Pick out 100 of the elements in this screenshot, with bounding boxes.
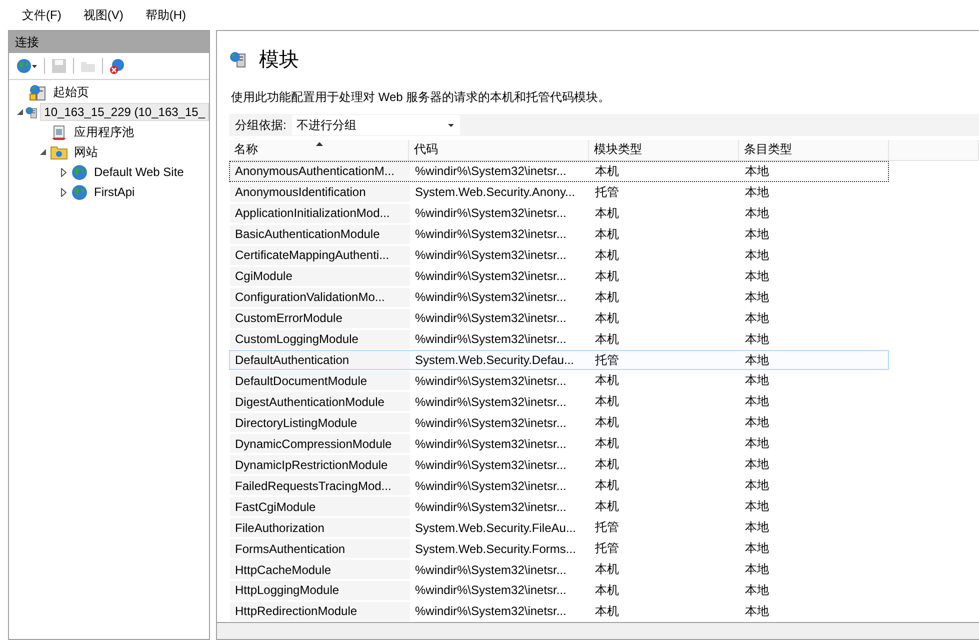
- table-row[interactable]: ConfigurationValidationMo... %windir%\System32\inetsr... 本机 本地: [229, 286, 889, 308]
- table-cell-text: System.Web.Security.Defau...: [414, 352, 575, 369]
- table-cell: ConfigurationValidationMo...: [230, 288, 410, 307]
- table-cell-text: %windir%\System32\inetsr...: [414, 436, 568, 453]
- table-cell: HttpCacheModule: [230, 560, 410, 580]
- table-row[interactable]: DefaultAuthentication System.Web.Security.Defau... 托管 本地: [229, 350, 889, 370]
- table-cell-text: 本地: [744, 602, 770, 620]
- collapse-arrow-icon[interactable]: [40, 148, 46, 156]
- collapse-arrow-icon[interactable]: [16, 108, 24, 116]
- table-cell-text: 本地: [744, 414, 770, 432]
- table-row[interactable]: DefaultDocumentModule %windir%\System32\inetsr... 本机 本地: [229, 370, 889, 392]
- column-header[interactable]: 名称: [229, 140, 409, 160]
- menu-item[interactable]: 文件(F): [14, 4, 70, 26]
- menu-item[interactable]: 视图(V): [75, 4, 132, 26]
- table-row[interactable]: DynamicIpRestrictionModule %windir%\System32\inetsr... 本机 本地: [229, 454, 889, 476]
- table-row[interactable]: CgiModule %windir%\System32\inetsr... 本机 本地: [229, 266, 889, 287]
- disconnect-icon: [108, 58, 126, 74]
- table-row[interactable]: DirectoryListingModule %windir%\System32\inetsr... 本机 本地: [229, 412, 889, 434]
- table-cell-text: System.Web.Security.Forms...: [414, 540, 577, 558]
- tree-item[interactable]: Default Web Site: [90, 163, 188, 181]
- table-row[interactable]: CertificateMappingAuthenti... %windir%\System32\inetsr... 本机 本地: [229, 244, 889, 266]
- table-cell-text: 本地: [744, 226, 770, 243]
- table-cell-text: 本机: [594, 602, 620, 620]
- group-by-dropdown[interactable]: 不进行分组: [292, 115, 460, 135]
- page-title: 模块: [259, 48, 299, 72]
- table-cell-text: %windir%\System32\inetsr...: [414, 456, 568, 474]
- table-row[interactable]: FileAuthorization System.Web.Security.FileAu... 托管 本地: [229, 517, 889, 538]
- tree-item[interactable]: FirstApi: [90, 183, 139, 201]
- table-cell-text: %windir%\System32\inetsr...: [414, 310, 568, 328]
- column-header[interactable]: 条目类型: [739, 140, 889, 160]
- table-cell: CustomLoggingModule: [230, 330, 410, 349]
- table-cell-text: %windir%\System32\inetsr...: [414, 582, 568, 600]
- table-cell-text: 本机: [594, 268, 620, 285]
- table-cell-text: 托管: [594, 540, 620, 558]
- menu-item[interactable]: 帮助(H): [137, 4, 194, 26]
- table-row[interactable]: CustomErrorModule %windir%\System32\inetsr... 本机 本地: [229, 308, 889, 329]
- page-description: 使用此功能配置用于处理对 Web 服务器的请求的本机和托管代码模块。: [230, 89, 612, 106]
- table-cell-text: %windir%\System32\inetsr...: [414, 226, 568, 244]
- table-cell: BasicAuthenticationModule: [230, 224, 410, 244]
- column-header[interactable]: 模块类型: [589, 140, 739, 160]
- table-row[interactable]: FormsAuthentication System.Web.Security.Forms... 托管 本地: [229, 538, 889, 560]
- table-cell-text: 本机: [594, 393, 620, 410]
- table-cell-text: %windir%\System32\inetsr...: [414, 163, 568, 180]
- table-row[interactable]: HttpCacheModule %windir%\System32\inetsr... 本机 本地: [229, 559, 889, 580]
- table-row[interactable]: ApplicationInitializationMod... %windir%\System32\inetsr... 本机 本地: [229, 202, 889, 224]
- table-row[interactable]: CustomLoggingModule %windir%\System32\inetsr... 本机 本地: [229, 328, 889, 350]
- dropdown-caret-icon: [32, 64, 36, 68]
- table-cell-text: 本地: [744, 582, 770, 599]
- table-row[interactable]: DynamicCompressionModule %windir%\System32\inetsr... 本机 本地: [229, 433, 889, 454]
- table-row[interactable]: AnonymousAuthenticationM... %windir%\System32\inetsr... 本机 本地: [229, 160, 889, 182]
- table-cell-text: 本地: [744, 561, 770, 578]
- table-cell-text: 本地: [744, 288, 770, 306]
- save-icon: [51, 58, 67, 74]
- globe-icon: [71, 164, 88, 180]
- table-cell: FormsAuthentication: [230, 539, 410, 558]
- tree-item[interactable]: 10_163_15_229 (10_163_15_: [40, 103, 209, 121]
- table-row[interactable]: BasicAuthenticationModule %windir%\System32\inetsr... 本机 本地: [229, 224, 889, 245]
- table-row[interactable]: HttpRedirectionModule %windir%\System32\inetsr... 本机 本地: [229, 600, 889, 622]
- table-cell-text: 本地: [744, 310, 770, 327]
- table-cell-text: 本机: [594, 477, 620, 494]
- toolbar-button[interactable]: [107, 56, 127, 76]
- sort-arrow-icon: [316, 142, 323, 146]
- table-row[interactable]: AnonymousIdentification System.Web.Security.Anony... 托管 本地: [229, 182, 889, 203]
- expand-arrow-icon[interactable]: [61, 188, 67, 196]
- application-pool-icon: [50, 124, 68, 140]
- table-cell-text: 本机: [594, 204, 620, 222]
- table-row[interactable]: DigestAuthenticationModule %windir%\System32\inetsr... 本机 本地: [229, 391, 889, 412]
- table-cell: HttpLoggingModule: [230, 581, 410, 600]
- table-row[interactable]: FastCgiModule %windir%\System32\inetsr... 本机 本地: [229, 496, 889, 518]
- column-header[interactable]: 代码: [409, 140, 589, 160]
- table-cell-text: 本机: [594, 330, 620, 348]
- table-cell-text: 本地: [744, 330, 770, 348]
- dropdown-caret-icon: [448, 124, 454, 126]
- table-cell-text: 本地: [744, 435, 770, 452]
- table-cell-text: 本机: [594, 372, 620, 390]
- table-cell-text: System.Web.Security.Anony...: [414, 184, 576, 202]
- start-page-icon: [29, 84, 47, 100]
- tree-item[interactable]: 网站: [70, 142, 102, 162]
- table-cell: ApplicationInitializationMod...: [230, 204, 410, 223]
- table-cell-text: 本机: [594, 288, 620, 306]
- table-cell-text: %windir%\System32\inetsr...: [414, 268, 568, 286]
- table-row[interactable]: FailedRequestsTracingMod... %windir%\System32\inetsr... 本机 本地: [229, 475, 889, 496]
- expand-arrow-icon[interactable]: [61, 168, 67, 176]
- table-cell: DigestAuthenticationModule: [230, 392, 410, 412]
- connections-header: 连接: [9, 31, 209, 53]
- table-cell-text: 本地: [744, 204, 770, 222]
- table-row[interactable]: HttpLoggingModule %windir%\System32\inetsr... 本机 本地: [229, 580, 889, 601]
- table-cell-text: 本地: [744, 352, 770, 368]
- table-cell-text: %windir%\System32\inetsr...: [414, 372, 568, 390]
- table-cell: CustomErrorModule: [230, 308, 410, 328]
- tree-item[interactable]: 应用程序池: [70, 122, 138, 142]
- table-cell: AnonymousIdentification: [230, 182, 410, 202]
- folder-icon: [50, 144, 68, 160]
- table-cell: DirectoryListingModule: [230, 413, 410, 432]
- tree-item[interactable]: 起始页: [49, 82, 93, 102]
- table-cell-text: %windir%\System32\inetsr...: [414, 394, 568, 411]
- table-cell-text: %windir%\System32\inetsr...: [414, 331, 568, 348]
- table-cell-text: 本地: [744, 540, 770, 558]
- table-cell: DynamicCompressionModule: [230, 434, 410, 454]
- table-cell-text: %windir%\System32\inetsr...: [414, 478, 568, 495]
